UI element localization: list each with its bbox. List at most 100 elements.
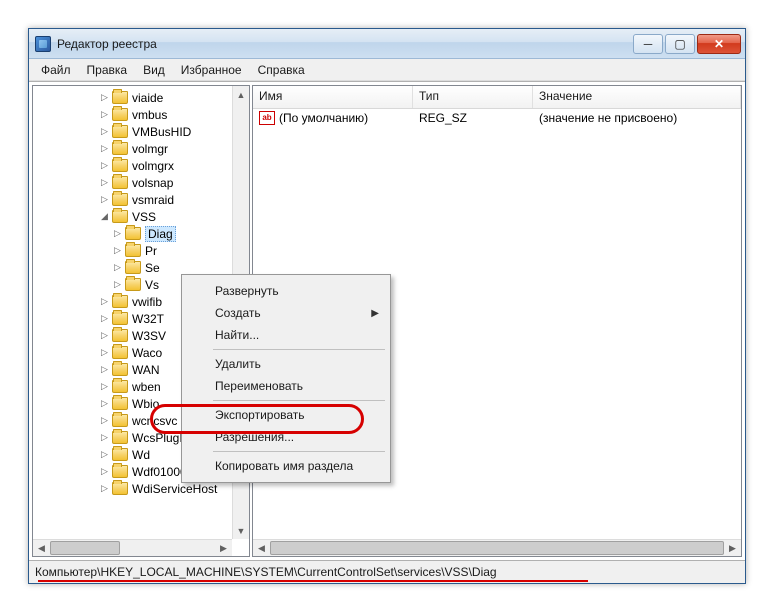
tree-item[interactable]: ▷volmgrx <box>33 157 232 174</box>
hscroll-thumb[interactable] <box>50 541 120 555</box>
tree-label: wben <box>132 380 161 394</box>
expander-closed-icon[interactable]: ▷ <box>111 244 124 257</box>
tree-label: VSS <box>132 210 156 224</box>
status-path: Компьютер\HKEY_LOCAL_MACHINE\SYSTEM\Curr… <box>35 565 497 579</box>
expander-closed-icon[interactable]: ▷ <box>98 176 111 189</box>
expander-closed-icon[interactable]: ▷ <box>98 108 111 121</box>
tree-item[interactable]: ▷volsnap <box>33 174 232 191</box>
tree-label: Pr <box>145 244 157 258</box>
cm-copy-key-name[interactable]: Копировать имя раздела <box>185 455 387 477</box>
folder-icon <box>112 295 128 308</box>
tree-item[interactable]: ▷ viaide <box>33 89 232 106</box>
scroll-left-icon[interactable]: ◀ <box>33 541 50 557</box>
titlebar[interactable]: Редактор реестра ─ ▢ ✕ <box>29 29 745 59</box>
scroll-up-icon[interactable]: ▲ <box>233 86 249 103</box>
folder-icon <box>125 261 141 274</box>
hscroll-thumb[interactable] <box>270 541 724 555</box>
expander-closed-icon[interactable]: ▷ <box>98 448 111 461</box>
expander-closed-icon[interactable]: ▷ <box>98 346 111 359</box>
minimize-button[interactable]: ─ <box>633 34 663 54</box>
folder-icon <box>112 210 128 223</box>
tree-item[interactable]: ▷VMBusHID <box>33 123 232 140</box>
maximize-button[interactable]: ▢ <box>665 34 695 54</box>
window-title: Редактор реестра <box>55 37 629 51</box>
cm-separator <box>213 451 385 452</box>
expander-closed-icon[interactable]: ▷ <box>98 363 111 376</box>
cm-rename[interactable]: Переименовать <box>185 375 387 397</box>
context-menu: Развернуть Создать▶ Найти... Удалить Пер… <box>181 274 391 483</box>
tree-label: Se <box>145 261 160 275</box>
tree-hscrollbar[interactable]: ◀ ▶ <box>33 539 232 556</box>
expander-closed-icon[interactable]: ▷ <box>98 193 111 206</box>
expander-closed-icon[interactable]: ▷ <box>98 142 111 155</box>
scroll-left-icon[interactable]: ◀ <box>253 541 270 557</box>
cm-create[interactable]: Создать▶ <box>185 302 387 324</box>
folder-icon <box>112 380 128 393</box>
cm-export[interactable]: Экспортировать <box>185 404 387 426</box>
scroll-down-icon[interactable]: ▼ <box>233 522 249 539</box>
menu-file[interactable]: Файл <box>33 61 79 79</box>
list-row[interactable]: ab(По умолчанию) REG_SZ (значение не при… <box>253 109 741 127</box>
folder-icon <box>112 465 128 478</box>
expander-closed-icon[interactable]: ▷ <box>98 91 111 104</box>
expander-closed-icon[interactable]: ▷ <box>111 278 124 291</box>
expander-closed-icon[interactable]: ▷ <box>98 295 111 308</box>
expander-closed-icon[interactable]: ▷ <box>98 329 111 342</box>
expander-closed-icon[interactable]: ▷ <box>98 380 111 393</box>
menu-help[interactable]: Справка <box>250 61 313 79</box>
tree-item[interactable]: ▷vmbus <box>33 106 232 123</box>
col-value[interactable]: Значение <box>533 86 741 108</box>
tree-item[interactable]: ▷ volmgr <box>33 140 232 157</box>
cm-delete[interactable]: Удалить <box>185 353 387 375</box>
cm-separator <box>213 400 385 401</box>
tree-label: W32T <box>132 312 164 326</box>
expander-open-icon[interactable]: ◢ <box>98 210 111 223</box>
scroll-right-icon[interactable]: ▶ <box>724 540 741 556</box>
folder-icon <box>112 431 128 444</box>
menu-edit[interactable]: Правка <box>79 61 136 79</box>
window-buttons: ─ ▢ ✕ <box>633 34 741 54</box>
menu-favorites[interactable]: Избранное <box>173 61 250 79</box>
tree-label: Wbio <box>132 397 159 411</box>
tree-label: volmgr <box>132 142 168 156</box>
expander-closed-icon[interactable]: ▷ <box>98 312 111 325</box>
tree-item[interactable]: ▷ Pr <box>33 242 232 259</box>
folder-icon <box>112 482 128 495</box>
expander-closed-icon[interactable]: ▷ <box>98 465 111 478</box>
tree-label: viaide <box>132 91 163 105</box>
expander-closed-icon[interactable]: ▷ <box>98 397 111 410</box>
cell-value: (значение не присвоено) <box>533 111 741 125</box>
expander-closed-icon[interactable]: ▷ <box>98 431 111 444</box>
tree-label: Waco <box>132 346 162 360</box>
menubar: Файл Правка Вид Избранное Справка <box>29 59 745 81</box>
tree-label: Vs <box>145 278 159 292</box>
folder-icon <box>112 312 128 325</box>
menu-view[interactable]: Вид <box>135 61 173 79</box>
col-name[interactable]: Имя <box>253 86 413 108</box>
cm-permissions[interactable]: Разрешения... <box>185 426 387 448</box>
expander-closed-icon[interactable]: ▷ <box>111 261 124 274</box>
tree-item[interactable]: ▷ Diag <box>33 225 232 242</box>
folder-icon <box>112 193 128 206</box>
cell-type: REG_SZ <box>413 111 533 125</box>
regedit-window: Редактор реестра ─ ▢ ✕ Файл Правка Вид И… <box>28 28 746 584</box>
tree-label: wcncsvc <box>132 414 177 428</box>
cm-expand[interactable]: Развернуть <box>185 280 387 302</box>
col-type[interactable]: Тип <box>413 86 533 108</box>
folder-icon <box>125 227 141 240</box>
tree-item[interactable]: ▷ vsmraid <box>33 191 232 208</box>
expander-closed-icon[interactable]: ▷ <box>111 227 124 240</box>
expander-closed-icon[interactable]: ▷ <box>98 414 111 427</box>
close-button[interactable]: ✕ <box>697 34 741 54</box>
expander-closed-icon[interactable]: ▷ <box>98 159 111 172</box>
cm-find[interactable]: Найти... <box>185 324 387 346</box>
folder-icon <box>112 346 128 359</box>
tree-item[interactable]: ◢ VSS <box>33 208 232 225</box>
expander-closed-icon[interactable]: ▷ <box>98 125 111 138</box>
tree-label: vsmraid <box>132 193 174 207</box>
list-hscrollbar[interactable]: ◀ ▶ <box>253 539 741 556</box>
tree-label: Diag <box>145 226 176 242</box>
expander-closed-icon[interactable]: ▷ <box>98 482 111 495</box>
scroll-right-icon[interactable]: ▶ <box>215 540 232 556</box>
tree-label: WdiServiceHost <box>132 482 217 496</box>
